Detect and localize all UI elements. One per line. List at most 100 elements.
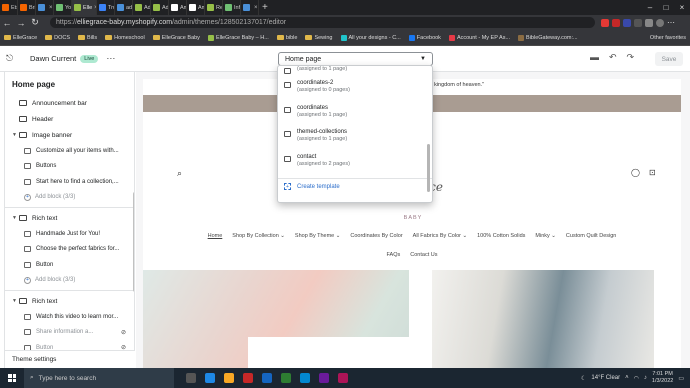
app-icon[interactable] [338, 373, 348, 383]
new-tab-icon[interactable]: + [262, 2, 268, 13]
extension-icon[interactable] [645, 18, 653, 27]
store-nav-link[interactable]: 100% Cotton Solids [477, 233, 525, 239]
app-icon[interactable] [262, 373, 272, 383]
windows-start-icon[interactable] [8, 374, 16, 382]
task-view-icon[interactable] [186, 373, 196, 383]
browser-tab[interactable]: Ama× [187, 0, 205, 15]
extension-icon[interactable] [623, 18, 631, 27]
close-icon[interactable]: × [254, 5, 258, 11]
forward-icon[interactable]: → [14, 18, 28, 28]
app-icon[interactable] [300, 373, 310, 383]
account-icon[interactable]: ◯ [631, 168, 640, 177]
sidebar-block[interactable]: Button [5, 257, 134, 273]
bookmark-item[interactable]: BibleGateway.com:... [514, 34, 582, 41]
create-template-button[interactable]: + Create template [278, 178, 432, 194]
app-icon[interactable] [243, 373, 253, 383]
back-icon[interactable]: ← [0, 18, 14, 28]
sidebar-block[interactable]: Start here to find a collection,... [5, 174, 134, 190]
caret-down-icon[interactable]: ▼ [12, 215, 18, 221]
app-icon[interactable] [281, 373, 291, 383]
sidebar-block[interactable]: Share information a... ⊘ [5, 325, 134, 341]
browser-tab[interactable]: Add× [151, 0, 169, 15]
store-nav-link[interactable]: Coordinates By Color [350, 233, 402, 239]
sidebar-block[interactable]: Choose the perfect fabrics for... [5, 242, 134, 258]
minimize-icon[interactable]: – [642, 3, 658, 12]
store-nav-link[interactable]: All Fabrics By Color ⌄ [413, 233, 467, 239]
app-icon[interactable] [319, 373, 329, 383]
sidebar-section[interactable]: ▼ Image banner [5, 127, 134, 143]
browser-tab[interactable]: Etsy× [0, 0, 18, 15]
caret-down-icon[interactable]: ▼ [12, 132, 18, 138]
bookmark-item[interactable]: ElleGrace Baby – H... [204, 34, 273, 41]
save-button[interactable]: Save [655, 52, 683, 66]
other-favorites[interactable]: Other favorites [650, 35, 690, 41]
sidebar-scrollbar[interactable] [133, 192, 134, 292]
extension-icon[interactable] [601, 18, 609, 27]
undo-icon[interactable]: ↶ [609, 52, 617, 63]
close-window-icon[interactable]: × [674, 3, 690, 12]
template-option[interactable]: coordinates (assigned to 1 page) [278, 105, 432, 130]
sidebar-section[interactable]: ▼ Rich text [5, 293, 134, 309]
template-option[interactable]: themed-collections (assigned to 1 page) [278, 129, 432, 154]
bookmark-item[interactable]: Homeschool [101, 35, 149, 41]
dropdown-scrollbar[interactable] [427, 144, 430, 192]
store-nav-link[interactable]: Shop By Theme ⌄ [295, 233, 340, 239]
browser-tab[interactable]: Elle× [72, 0, 97, 15]
browser-tab[interactable]: × [241, 0, 259, 15]
store-nav-link[interactable]: Minky ⌄ [535, 233, 556, 239]
close-icon[interactable]: × [49, 5, 53, 11]
bookmark-item[interactable]: Bills [74, 35, 101, 41]
extension-icon[interactable] [634, 18, 642, 27]
search-icon[interactable]: ⌕ [177, 168, 182, 179]
store-nav-link[interactable]: Contact Us [410, 252, 437, 258]
sidebar-section[interactable]: Header [5, 111, 134, 127]
extension-icon[interactable] [612, 18, 620, 27]
theme-settings[interactable]: Theme settings [5, 350, 135, 368]
store-nav-link[interactable]: Custom Quilt Design [566, 233, 616, 239]
browser-tab[interactable]: You× [54, 0, 72, 15]
browser-tab[interactable]: Trul× [97, 0, 115, 15]
bookmark-item[interactable]: DOCS [41, 35, 74, 41]
caret-down-icon[interactable]: ▼ [12, 298, 18, 304]
file-explorer-icon[interactable] [224, 373, 234, 383]
store-nav-link[interactable]: Shop By Collection ⌄ [232, 233, 285, 239]
sidebar-section[interactable]: Announcement bar [5, 95, 134, 111]
sidebar-block[interactable]: Handmade Just for You! [5, 226, 134, 242]
url-input[interactable]: https://elliegrace-baby.myshopify.com/ad… [50, 17, 595, 28]
browser-tab[interactable]: Add× [133, 0, 151, 15]
exit-icon[interactable]: ⎋ [6, 53, 16, 64]
bookmark-item[interactable]: Facebook [405, 34, 445, 41]
browser-tab[interactable]: × [36, 0, 54, 15]
browser-tab[interactable]: Bria× [18, 0, 36, 15]
maximize-icon[interactable]: □ [658, 3, 674, 12]
edge-icon[interactable] [205, 373, 215, 383]
cart-icon[interactable]: ⊡ [649, 168, 656, 177]
profile-icon[interactable] [656, 18, 664, 27]
eye-hidden-icon[interactable]: ⊘ [121, 329, 126, 336]
clock[interactable]: 7:01 PM 1/3/2022 [652, 371, 673, 385]
bookmark-item[interactable]: ElleGrace Baby [149, 35, 204, 41]
browser-tab[interactable]: Ama× [169, 0, 187, 15]
template-option[interactable]: contact (assigned to 2 pages) [278, 154, 432, 179]
desktop-view-icon[interactable]: ▬ [590, 52, 599, 63]
weather-text[interactable]: 14°F Clear [591, 375, 620, 381]
template-option[interactable]: (assigned to 1 page) [278, 66, 432, 80]
add-block-button[interactable]: + Add block (3/3) [5, 190, 134, 206]
browser-tab[interactable]: Info× [223, 0, 241, 15]
bookmark-item[interactable]: Account - My EP As... [445, 34, 514, 41]
bookmark-item[interactable]: bible [273, 35, 302, 41]
template-select[interactable]: Home page ▼ [278, 52, 433, 66]
sidebar-block[interactable]: Buttons [5, 159, 134, 175]
sidebar-block[interactable]: Watch this video to learn mor... [5, 309, 134, 325]
sidebar-block[interactable]: Customize all your items with... [5, 143, 134, 159]
wifi-icon[interactable]: ◠ [634, 375, 639, 382]
redo-icon[interactable]: ↷ [627, 52, 635, 63]
sidebar-section[interactable]: ▼ Rich text [5, 210, 134, 226]
store-nav-link[interactable]: FAQs [387, 252, 401, 258]
bookmark-item[interactable]: All your designs - C... [337, 34, 405, 41]
store-nav-link[interactable]: Home [208, 233, 223, 239]
menu-icon[interactable]: ⋯ [667, 18, 675, 27]
bookmark-item[interactable]: ElleGrace [0, 35, 41, 41]
notifications-icon[interactable]: ▭ [678, 375, 684, 382]
taskbar-search[interactable]: ⌕ Type here to search [24, 368, 174, 388]
